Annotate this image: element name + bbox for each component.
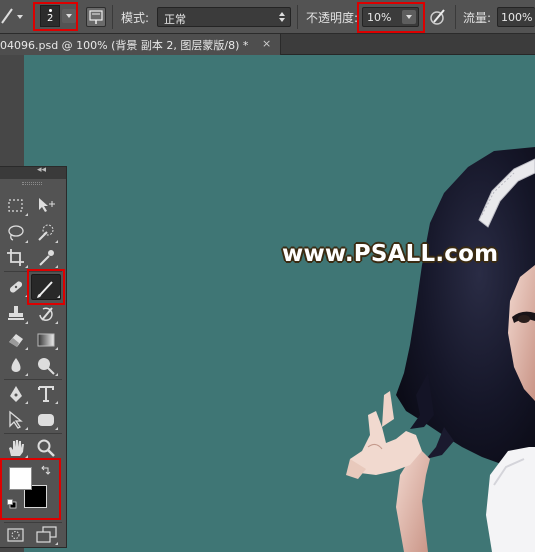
mode-label: 模式:: [121, 11, 150, 25]
quick-selection-icon: [38, 224, 54, 241]
pen-icon: [10, 386, 22, 402]
dodge-icon: [38, 358, 55, 375]
opacity-dropdown-arrow[interactable]: [402, 10, 416, 24]
type-tool[interactable]: [34, 383, 58, 405]
swap-colors-icon[interactable]: [40, 465, 52, 477]
foreground-color-swatch[interactable]: [9, 467, 32, 490]
rounded-rectangle-icon: [38, 414, 54, 426]
brush-panel-button[interactable]: [86, 7, 106, 27]
brush-panel-icon: [89, 10, 103, 24]
gradient-icon: [37, 333, 55, 347]
photo-subject: [346, 147, 535, 552]
pressure-opacity-button[interactable]: [428, 7, 448, 27]
tools-panel: ◂◂: [0, 165, 67, 548]
document-canvas[interactable]: www.PSALL.com: [24, 55, 535, 552]
flow-label: 流量:: [463, 11, 492, 25]
flow-field[interactable]: 100%: [497, 7, 535, 27]
lasso-icon: [8, 225, 24, 241]
brush-size-dropdown-arrow[interactable]: [62, 9, 76, 23]
zoom-icon: [37, 439, 55, 457]
tools-panel-header[interactable]: ◂◂: [0, 165, 66, 179]
hand-icon: [9, 440, 24, 456]
type-icon: [38, 386, 54, 402]
healing-brush-icon: [9, 281, 23, 293]
eyedropper-tool[interactable]: [34, 247, 58, 269]
mode-select[interactable]: 正常: [157, 7, 291, 27]
document-tab[interactable]: 04096.psd @ 100% (背景 副本 2, 图层蒙版/8) * ×: [0, 34, 281, 55]
blur-tool[interactable]: [4, 355, 28, 377]
rect-marquee-tool[interactable]: [4, 195, 28, 217]
opacity-label: 不透明度:: [306, 11, 359, 25]
quick-mask-button[interactable]: [4, 524, 28, 546]
document-tab-bar: 04096.psd @ 100% (背景 副本 2, 图层蒙版/8) * ×: [0, 34, 535, 55]
screen-mode-button[interactable]: [34, 524, 58, 546]
eraser-icon: [9, 334, 23, 347]
clone-stamp-tool[interactable]: [4, 303, 28, 325]
pen-pressure-icon: [430, 9, 445, 25]
quick-mask-icon: [7, 528, 24, 542]
zoom-tool[interactable]: [34, 437, 58, 459]
brush-size-value: 2: [47, 13, 54, 24]
opacity-value: 10%: [367, 11, 392, 24]
rect-marquee-icon: [8, 199, 23, 212]
move-tool[interactable]: [34, 195, 58, 217]
eyedropper-icon: [39, 250, 54, 266]
rounded-rectangle-tool[interactable]: [34, 409, 58, 431]
hand-tool[interactable]: [4, 437, 28, 459]
panel-grip[interactable]: [22, 182, 42, 185]
dodge-tool[interactable]: [34, 355, 58, 377]
tool-preset-picker[interactable]: [0, 6, 26, 28]
eraser-tool[interactable]: [4, 329, 28, 351]
path-selection-tool[interactable]: [4, 409, 28, 431]
pen-tool[interactable]: [4, 383, 28, 405]
blur-icon: [11, 358, 21, 372]
document-title: 04096.psd @ 100% (背景 副本 2, 图层蒙版/8) *: [0, 39, 249, 52]
gradient-tool[interactable]: [34, 329, 58, 351]
brush-tip-dot: [49, 9, 52, 12]
history-brush-icon: [39, 307, 53, 321]
chevron-down-icon: [17, 15, 23, 19]
options-bar: 2 模式: 正常 不透明度: 10% 流量: 100%: [0, 0, 535, 34]
up-down-arrows-icon: [279, 12, 285, 22]
quick-selection-tool[interactable]: [34, 222, 58, 244]
brush-tool-highlight: [27, 269, 65, 305]
brush-size-picker[interactable]: 2: [37, 5, 76, 27]
default-colors-icon[interactable]: [7, 499, 17, 509]
lasso-tool[interactable]: [4, 222, 28, 244]
crop-icon: [7, 249, 24, 266]
healing-brush-tool[interactable]: [4, 276, 28, 298]
watermark-text: www.PSALL.com: [282, 241, 499, 267]
path-selection-icon: [9, 410, 23, 429]
move-icon: [39, 198, 55, 212]
opacity-field[interactable]: 10%: [362, 7, 419, 27]
flow-value: 100%: [501, 11, 533, 24]
close-tab-button[interactable]: ×: [262, 37, 271, 50]
collapse-panel-icon[interactable]: ◂◂: [37, 165, 46, 175]
mode-value: 正常: [164, 13, 186, 26]
crop-tool[interactable]: [4, 247, 28, 269]
history-brush-tool[interactable]: [34, 303, 58, 325]
clone-stamp-icon: [8, 306, 24, 320]
brush-preset-icon: [1, 8, 13, 24]
